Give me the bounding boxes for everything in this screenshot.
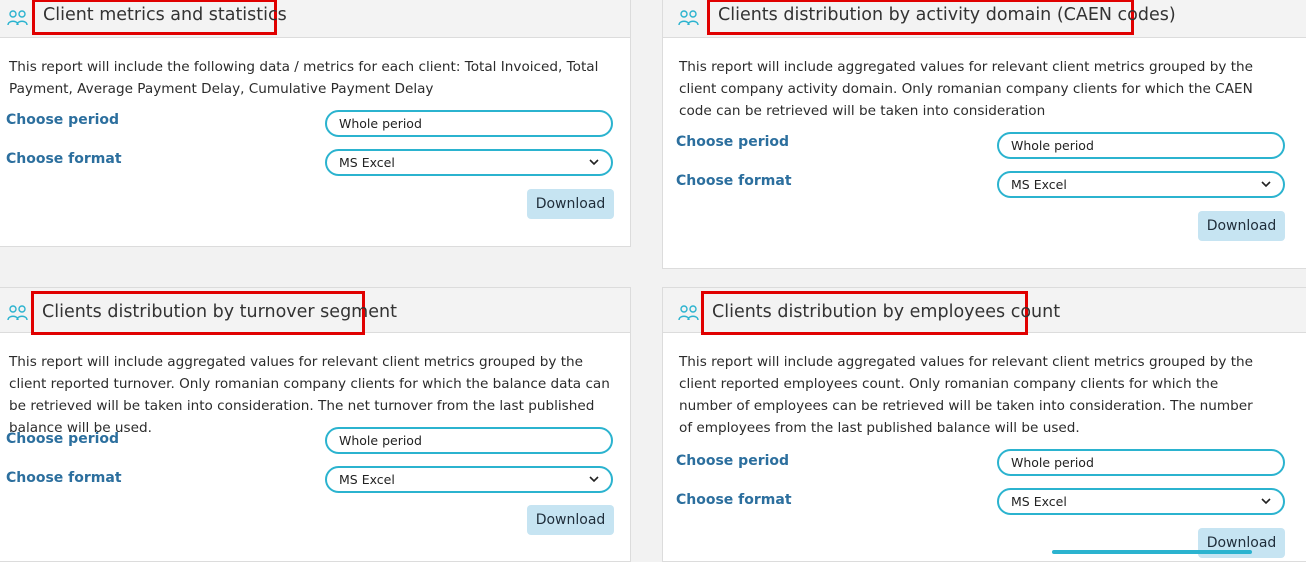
- download-button[interactable]: Download: [527, 505, 614, 535]
- users-group-icon: [7, 10, 28, 26]
- choose-format-label: Choose format: [6, 470, 122, 486]
- panel-title: Client metrics and statistics: [32, 0, 287, 35]
- choose-format-label: Choose format: [676, 173, 792, 189]
- period-input[interactable]: Whole period: [997, 449, 1285, 476]
- choose-format-label: Choose format: [6, 151, 122, 167]
- format-select-value: MS Excel: [339, 155, 395, 170]
- choose-format-label: Choose format: [676, 492, 792, 508]
- choose-period-label: Choose period: [676, 453, 790, 469]
- report-panel-activity-domain: Clients distribution by activity domain …: [662, 0, 1306, 269]
- panel-description: This report will include aggregated valu…: [679, 354, 1254, 436]
- chevron-down-icon: [589, 159, 599, 166]
- chevron-down-icon: [589, 476, 599, 483]
- panel-description: This report will include aggregated valu…: [9, 354, 610, 436]
- panel-description: This report will include the following d…: [9, 59, 599, 97]
- report-panel-client-metrics: Client metrics and statistics This repor…: [0, 0, 631, 247]
- panel-title: Clients distribution by activity domain …: [707, 0, 1176, 35]
- download-button[interactable]: Download: [527, 189, 614, 219]
- users-group-icon: [678, 305, 699, 321]
- panel-title: Clients distribution by turnover segment: [31, 291, 397, 335]
- period-input[interactable]: Whole period: [325, 110, 613, 137]
- period-input[interactable]: Whole period: [997, 132, 1285, 159]
- period-input[interactable]: Whole period: [325, 427, 613, 454]
- format-select[interactable]: MS Excel: [997, 488, 1285, 515]
- choose-period-label: Choose period: [676, 134, 790, 150]
- chevron-down-icon: [1261, 181, 1271, 188]
- format-select-value: MS Excel: [1011, 177, 1067, 192]
- users-group-icon: [7, 305, 28, 321]
- choose-period-label: Choose period: [6, 431, 120, 447]
- panel-title: Clients distribution by employees count: [701, 291, 1060, 335]
- download-button[interactable]: Download: [1198, 211, 1285, 241]
- users-group-icon: [678, 10, 699, 26]
- report-panel-employees-count: Clients distribution by employees count …: [662, 287, 1306, 562]
- choose-period-label: Choose period: [6, 112, 120, 128]
- partial-element-edge: [1052, 550, 1252, 554]
- format-select-value: MS Excel: [1011, 494, 1067, 509]
- panel-description: This report will include aggregated valu…: [679, 59, 1254, 119]
- format-select[interactable]: MS Excel: [325, 149, 613, 176]
- report-panel-turnover-segment: Clients distribution by turnover segment…: [0, 287, 631, 562]
- format-select-value: MS Excel: [339, 472, 395, 487]
- format-select[interactable]: MS Excel: [325, 466, 613, 493]
- format-select[interactable]: MS Excel: [997, 171, 1285, 198]
- chevron-down-icon: [1261, 498, 1271, 505]
